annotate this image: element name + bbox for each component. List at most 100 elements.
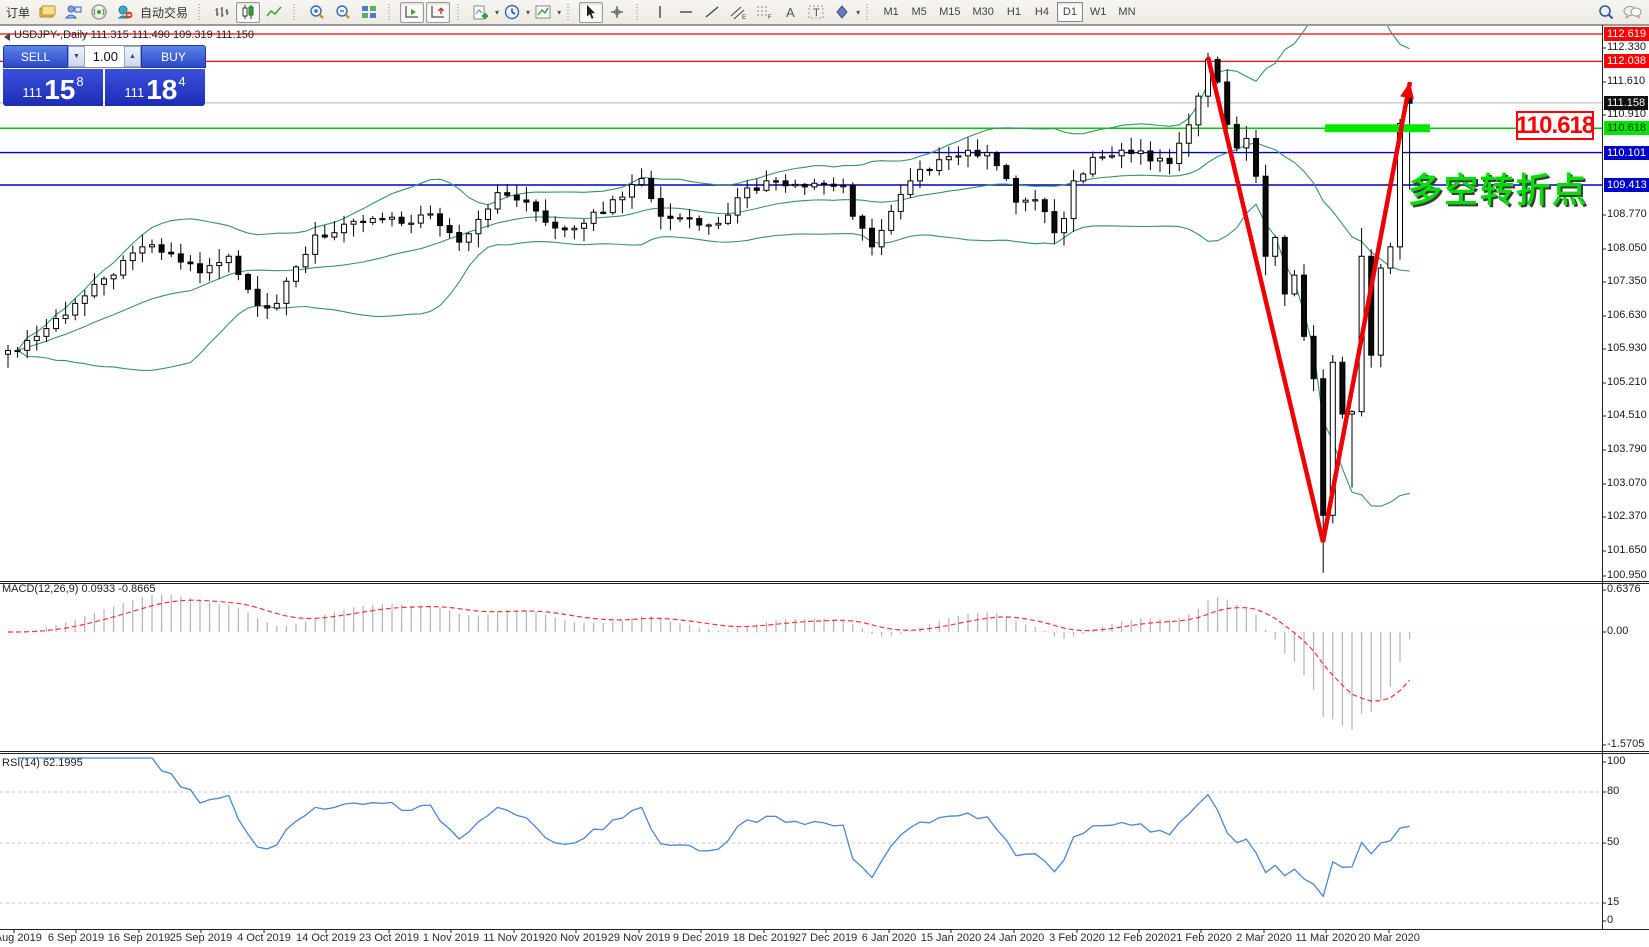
- buy-button[interactable]: BUY: [141, 45, 206, 68]
- price-axis-label: 112.330: [1607, 41, 1646, 53]
- cursor-tool-icon[interactable]: [579, 1, 604, 23]
- trendline-tool-icon[interactable]: [700, 2, 724, 23]
- templates-icon[interactable]: [531, 2, 555, 23]
- date-label: 8 Aug 2019: [0, 932, 42, 944]
- price-axis-badge: 109.413: [1604, 178, 1649, 192]
- indicators-icon[interactable]: [469, 2, 493, 23]
- sell-price[interactable]: 111 15 8: [3, 69, 103, 106]
- volume-increase-button[interactable]: ▲: [124, 46, 141, 67]
- svg-text:F: F: [768, 15, 772, 20]
- timeframe-m1[interactable]: M1: [878, 2, 904, 22]
- crosshair-tool-icon[interactable]: [605, 2, 629, 23]
- bar-chart-mode-icon[interactable]: [210, 2, 234, 23]
- price-axis-label: 103.790: [1607, 443, 1647, 455]
- sell-price-small: 111: [22, 85, 43, 100]
- date-label: 15 Jan 2020: [920, 932, 982, 944]
- macd-axis-label: -1.5705: [1607, 738, 1645, 750]
- price-axis-badge: 110.101: [1604, 146, 1649, 160]
- equidistant-channel-tool-icon[interactable]: E: [726, 2, 750, 23]
- price-axis-label: 105.210: [1607, 376, 1647, 388]
- price-axis-badge: 111.158: [1604, 96, 1649, 110]
- signals-icon[interactable]: [87, 2, 111, 23]
- rsi-axis-label: 0: [1607, 914, 1614, 926]
- annotations-layer: [1205, 56, 1430, 543]
- templates-dropdown-caret[interactable]: ▾: [557, 8, 561, 17]
- line-chart-mode-icon[interactable]: [262, 2, 286, 23]
- search-icon[interactable]: [1594, 2, 1618, 23]
- price-axis-label: 111.610: [1607, 75, 1646, 87]
- chat-icon[interactable]: [1620, 2, 1644, 23]
- date-label: 29 Nov 2019: [607, 932, 671, 944]
- indicators-dropdown-caret[interactable]: ▾: [495, 8, 499, 17]
- macd-axis-label: 0.00: [1607, 625, 1629, 637]
- periods-icon[interactable]: [500, 2, 524, 23]
- timeframe-h4[interactable]: H4: [1029, 2, 1055, 22]
- horizontal-line-tool-icon[interactable]: [674, 2, 698, 23]
- auto-trading-icon[interactable]: [113, 2, 137, 23]
- arrows-dropdown-caret[interactable]: ▾: [856, 8, 860, 17]
- price-axis-label: 100.950: [1607, 569, 1647, 581]
- price-axis-badge: 112.038: [1604, 54, 1649, 68]
- date-label: 16 Sep 2019: [107, 932, 171, 944]
- timeframe-m30[interactable]: M30: [968, 2, 999, 22]
- price-axis-label: 106.630: [1607, 309, 1647, 321]
- toolbar-separator: [566, 3, 572, 21]
- zoom-in-icon[interactable]: [305, 2, 329, 23]
- sell-price-sup: 8: [76, 74, 84, 89]
- price-axis-label: 108.770: [1607, 208, 1647, 220]
- timeframe-w1[interactable]: W1: [1085, 2, 1112, 22]
- tile-windows-icon[interactable]: [357, 2, 381, 23]
- rsi-indicator-label: RSI(14) 62.1995: [2, 757, 83, 769]
- date-label: 3 Feb 2020: [1049, 932, 1105, 944]
- toolbar-separator: [456, 3, 462, 21]
- price-axis-badge: 112.619: [1604, 27, 1649, 41]
- auto-scroll-icon[interactable]: [400, 1, 425, 23]
- market-watch-icon[interactable]: [35, 2, 59, 23]
- date-label: 20 Nov 2019: [544, 932, 608, 944]
- svg-text:E: E: [742, 15, 746, 20]
- buy-price-small: 111: [124, 85, 145, 100]
- price-axis-badge: 110.618: [1604, 121, 1649, 135]
- volume-stepper: ▼ 1.00 ▲: [68, 45, 141, 68]
- svg-text:A: A: [786, 5, 795, 20]
- fibonacci-tool-icon[interactable]: F: [752, 2, 776, 23]
- chart-shift-icon[interactable]: [426, 1, 451, 23]
- volume-input[interactable]: 1.00: [85, 46, 124, 67]
- periods-dropdown-caret[interactable]: ▾: [526, 8, 530, 17]
- timeframe-m5[interactable]: M5: [906, 2, 932, 22]
- timeframe-mn[interactable]: MN: [1113, 2, 1140, 22]
- candles: [5, 52, 1413, 573]
- timeframe-m15[interactable]: M15: [934, 2, 965, 22]
- candlestick-mode-icon[interactable]: [236, 1, 261, 23]
- new-order-button[interactable]: 订单: [6, 4, 30, 21]
- auto-trading-button[interactable]: 自动交易: [140, 4, 188, 21]
- date-label: 9 Dec 2019: [672, 932, 730, 944]
- price-callout-110618[interactable]: 110.618: [1516, 111, 1595, 140]
- price-chart[interactable]: [0, 0, 1649, 947]
- text-label-tool-icon[interactable]: T: [804, 2, 828, 23]
- timeframe-h1[interactable]: H1: [1001, 2, 1027, 22]
- accounts-icon[interactable]: [61, 2, 85, 23]
- date-label: 11 Mar 2020: [1295, 932, 1357, 944]
- panel-collapse-arrow[interactable]: [4, 33, 10, 41]
- chart-title: USDJPY-,Daily 111.315 111.490 109.319 11…: [14, 29, 254, 41]
- macd-indicator-label: MACD(12,26,9) 0.0933 -0.8665: [2, 583, 156, 595]
- date-label: 1 Nov 2019: [422, 932, 480, 944]
- timeframe-d1[interactable]: D1: [1056, 2, 1083, 22]
- svg-text:T: T: [813, 7, 820, 19]
- main-toolbar: 订单 自动交易 ▾ ▾ ▾ E F A T ▾ M1 M5 M15 M30 H1…: [0, 0, 1649, 25]
- date-label: 27 Dec 2019: [794, 932, 858, 944]
- zoom-out-icon[interactable]: [331, 2, 355, 23]
- text-tool-icon[interactable]: A: [778, 2, 802, 23]
- price-axis-label: 105.930: [1607, 342, 1647, 354]
- buy-price[interactable]: 111 18 4: [105, 69, 205, 106]
- arrows-tool-icon[interactable]: [830, 2, 854, 23]
- price-axis-label: 107.350: [1607, 275, 1647, 287]
- turning-point-annotation: 多空转折点: [1408, 172, 1588, 210]
- volume-decrease-button[interactable]: ▼: [68, 46, 85, 67]
- one-click-trading-panel: SELL ▼ 1.00 ▲ BUY 111 15 8 111 18 4: [3, 45, 206, 106]
- sell-button[interactable]: SELL: [3, 45, 68, 68]
- toolbar-separator: [387, 3, 393, 21]
- vertical-line-tool-icon[interactable]: [648, 2, 672, 23]
- date-label: 6 Sep 2019: [47, 932, 105, 944]
